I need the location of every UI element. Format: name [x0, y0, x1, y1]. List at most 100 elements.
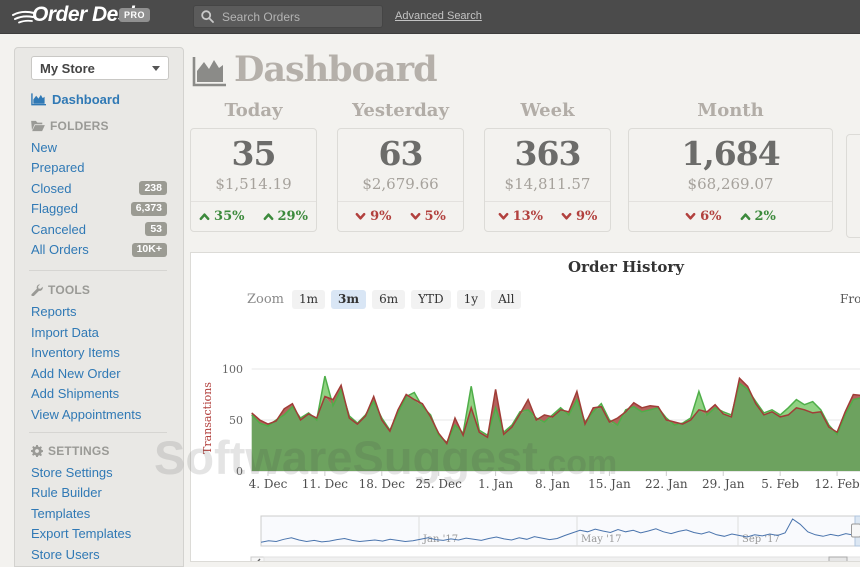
svg-text:8. Jan: 8. Jan [535, 477, 570, 491]
change-indicator: 6% [685, 209, 721, 224]
sidebar-item-prepared[interactable]: Prepared [31, 161, 167, 175]
sidebar-divider [29, 270, 167, 271]
sidebar-item-all-orders[interactable]: All Orders10K+ [31, 243, 167, 257]
caret-icon [685, 212, 696, 221]
change-indicator: 5% [410, 209, 446, 224]
svg-text:0: 0 [236, 465, 243, 478]
stat-amount: $14,811.57 [485, 175, 610, 193]
caret-icon [199, 212, 210, 221]
stat-today: Today 35 $1,514.19 35% 29% [190, 100, 317, 232]
caret-icon [263, 212, 274, 221]
sidebar-item-dashboard[interactable]: Dashboard [31, 92, 167, 106]
caret-icon [498, 212, 509, 221]
sidebar-item-export-templates[interactable]: Export Templates [31, 527, 167, 541]
change-indicator: 9% [561, 209, 597, 224]
search-input[interactable] [220, 9, 374, 25]
canceled-count-badge: 53 [145, 222, 167, 236]
svg-text:100: 100 [222, 363, 243, 376]
store-selector[interactable]: My Store [31, 56, 169, 80]
svg-text:25. Dec: 25. Dec [416, 477, 463, 491]
stat-changes: 9% 5% [338, 201, 463, 224]
sidebar-item-store-users[interactable]: Store Users [31, 547, 167, 561]
stat-period-label: Week [484, 100, 611, 122]
caret-icon [561, 212, 572, 221]
stat-card: 363 $14,811.57 13% 9% [484, 128, 611, 232]
sidebar-item-flagged[interactable]: Flagged6,373 [31, 202, 167, 216]
stat-card: 35 $1,514.19 35% 29% [190, 128, 317, 232]
page-title: Dashboard [234, 49, 437, 90]
change-indicator: 13% [498, 209, 543, 224]
caret-icon [740, 212, 751, 221]
stat-card-partial [846, 134, 860, 238]
stat-changes: 35% 29% [191, 201, 316, 224]
chart-title: Order History [568, 258, 684, 276]
advanced-search-link[interactable]: Advanced Search [395, 10, 482, 22]
sidebar-item-view-appointments[interactable]: View Appointments [31, 407, 167, 421]
range-from-label: From [840, 292, 860, 306]
svg-text:May '17: May '17 [581, 534, 622, 545]
sidebar-section-folders: FOLDERS [31, 119, 167, 132]
sidebar-item-inventory-items[interactable]: Inventory Items [31, 346, 167, 360]
zoom-button-1m[interactable]: 1m [292, 290, 325, 309]
stat-period-label: Yesterday [337, 100, 464, 122]
change-indicator: 2% [740, 209, 776, 224]
zoom-button-ytd[interactable]: YTD [411, 290, 451, 309]
zoom-button-3m[interactable]: 3m [331, 290, 366, 309]
closed-count-badge: 238 [139, 181, 167, 195]
sidebar-divider [29, 432, 167, 433]
sidebar-item-new[interactable]: New [31, 140, 167, 154]
all-orders-count-badge: 10K+ [132, 243, 167, 257]
svg-text:4. Dec: 4. Dec [249, 477, 288, 491]
stat-amount: $2,679.66 [338, 175, 463, 193]
change-indicator: 29% [263, 209, 308, 224]
store-selector-value: My Store [40, 61, 95, 76]
sidebar-item-canceled[interactable]: Canceled53 [31, 222, 167, 236]
flagged-count-badge: 6,373 [131, 202, 167, 216]
sidebar-item-templates[interactable]: Templates [31, 506, 167, 520]
sidebar-section-settings: SETTINGS [31, 444, 167, 457]
caret-icon [410, 212, 421, 221]
svg-text:Transactions: Transactions [201, 382, 214, 454]
svg-text:22. Jan: 22. Jan [645, 477, 688, 491]
svg-text:29. Jan: 29. Jan [702, 477, 745, 491]
stat-changes: 13% 9% [485, 201, 610, 224]
zoom-button-6m[interactable]: 6m [372, 290, 405, 309]
svg-text:18. Dec: 18. Dec [359, 477, 406, 491]
caret-icon [355, 212, 366, 221]
sidebar-item-store-settings[interactable]: Store Settings [31, 465, 167, 479]
sidebar-section-tools: TOOLS [31, 284, 167, 297]
stat-yesterday: Yesterday 63 $2,679.66 9% 5% [337, 100, 464, 232]
zoom-button-all[interactable]: All [491, 290, 521, 309]
stat-month: Month 1,684 $68,269.07 6% 2% [628, 100, 833, 232]
gear-icon [31, 445, 43, 457]
area-chart-icon [192, 57, 226, 87]
sidebar-item-rule-builder[interactable]: Rule Builder [31, 486, 167, 500]
sidebar-item-closed[interactable]: Closed238 [31, 181, 167, 195]
stat-period-label: Today [190, 100, 317, 122]
search-box [193, 5, 383, 28]
sidebar: My Store Dashboard FOLDERS New Prepared … [14, 47, 184, 567]
stat-card: 1,684 $68,269.07 6% 2% [628, 128, 833, 232]
pro-badge: PRO [119, 8, 150, 22]
svg-text:11. Dec: 11. Dec [302, 477, 349, 491]
zoom-button-1y[interactable]: 1y [457, 290, 485, 309]
stat-changes: 6% 2% [629, 201, 832, 224]
stat-order-count: 35 [191, 135, 316, 173]
area-chart-icon [31, 93, 46, 106]
dashboard-title-icon [192, 57, 226, 92]
stat-order-count: 63 [338, 135, 463, 173]
svg-text:5. Feb: 5. Feb [761, 477, 799, 491]
sidebar-item-reports[interactable]: Reports [31, 305, 167, 319]
folder-open-icon [31, 120, 45, 132]
wrench-icon [31, 284, 43, 296]
stat-amount: $1,514.19 [191, 175, 316, 193]
sidebar-item-add-shipments[interactable]: Add Shipments [31, 387, 167, 401]
stat-order-count: 1,684 [629, 135, 832, 173]
sidebar-item-import-data[interactable]: Import Data [31, 325, 167, 339]
svg-text:12. Feb: 12. Feb [814, 477, 860, 491]
top-bar: Order Desk PRO Advanced Search [0, 0, 860, 34]
zoom-label: Zoom [247, 292, 284, 307]
stat-amount: $68,269.07 [629, 175, 832, 193]
stat-week: Week 363 $14,811.57 13% 9% [484, 100, 611, 232]
sidebar-item-add-new-order[interactable]: Add New Order [31, 366, 167, 380]
